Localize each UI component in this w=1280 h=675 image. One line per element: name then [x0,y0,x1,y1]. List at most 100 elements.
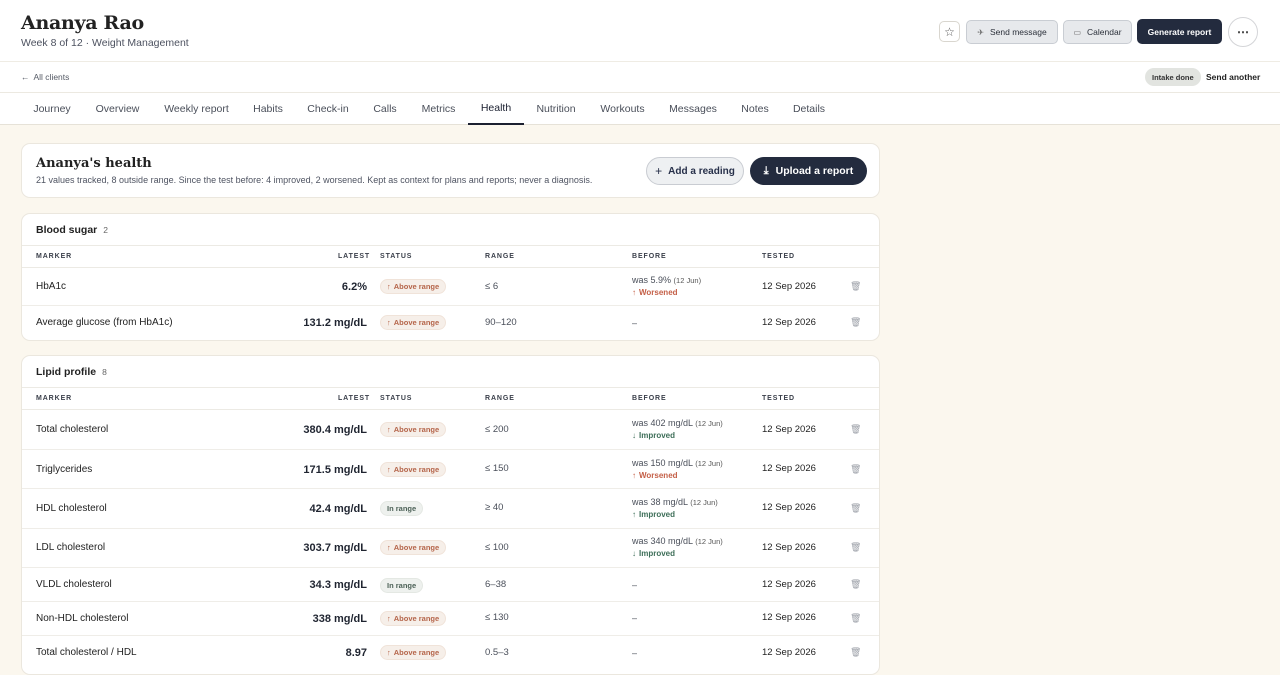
tab-workouts[interactable]: Workouts [588,93,657,125]
calendar-button[interactable]: ▭ Calendar [1063,20,1132,44]
latest-value: 171.5 mg/dL [303,464,367,476]
trash-icon[interactable]: 🗑 [850,424,861,435]
tested-date: 12 Sep 2026 [762,579,816,590]
plus-icon: + [655,164,663,178]
add-reading-button[interactable]: + Add a reading [646,157,744,185]
status-badge: ↑ Above range [380,540,447,555]
trash-icon[interactable]: 🗑 [850,281,861,292]
tab-health[interactable]: Health [468,93,524,125]
trash-icon[interactable]: 🗑 [850,613,861,624]
tab-habits[interactable]: Habits [241,93,295,125]
table-row: Average glucose (from HbA1c) 131.2 mg/dL… [22,306,879,341]
tested-date: 12 Sep 2026 [762,502,816,513]
latest-value: 6.2% [341,281,367,293]
send-message-button[interactable]: ✈ Send message [966,20,1058,44]
marker-name: HbA1c [36,281,67,292]
send-icon: ✈ [977,27,984,37]
table-row: Triglycerides 171.5 mg/dL ↑ Above range ≤… [22,450,879,489]
star-icon[interactable]: ☆ [939,21,960,42]
all-clients-label: All clients [33,72,70,82]
section-count: 8 [102,367,107,377]
range-value: ≤ 130 [485,612,509,623]
col-before: BEFORE [632,253,667,260]
before-value: – [632,613,638,623]
health-summary-card: Ananya's health 21 values tracked, 8 out… [21,143,880,198]
tab-nutrition[interactable]: Nutrition [524,93,588,125]
upload-report-button[interactable]: ⤓ Upload a report [750,157,867,185]
col-latest: LATEST [338,395,371,402]
latest-value: 8.97 [345,647,367,659]
trash-icon[interactable]: 🗑 [850,317,861,328]
range-value: 0.5–3 [485,647,509,658]
latest-value: 303.7 mg/dL [303,542,367,554]
latest-value: 338 mg/dL [312,613,367,625]
table-row: LDL cholesterol 303.7 mg/dL ↑ Above range… [22,529,879,568]
before-value: was 150 mg/dL (12 Jun) ↑ Worsened [632,458,723,480]
more-options-icon[interactable]: ⋯ [1228,17,1258,47]
trend-label: Improved [639,510,676,519]
col-range: RANGE [485,395,515,402]
status-badge: ↑ Above range [380,645,447,660]
tab-details[interactable]: Details [781,93,837,125]
client-tabs: Journey Overview Weekly report Habits Ch… [0,92,1280,125]
tab-weekly-report[interactable]: Weekly report [152,93,241,125]
status-badge: ↑ Above range [380,462,447,477]
arrow-up-icon: ↑ [387,425,391,434]
trash-icon[interactable]: 🗑 [850,464,861,475]
section-header: Blood sugar 2 [36,224,108,236]
latest-value: 380.4 mg/dL [303,424,367,436]
col-latest: LATEST [338,253,371,260]
send-message-label: Send message [990,27,1047,37]
trend-label: Improved [639,431,676,440]
tab-notes[interactable]: Notes [729,93,781,125]
section-title: Blood sugar [36,224,98,236]
status-badge: ↑ Above range [380,315,447,330]
trash-icon[interactable]: 🗑 [850,579,861,590]
col-tested: TESTED [762,395,796,402]
tab-check-in[interactable]: Check-in [295,93,361,125]
trash-icon[interactable]: 🗑 [850,542,861,553]
col-before: BEFORE [632,395,667,402]
all-clients-link[interactable]: ← All clients [21,72,69,82]
tab-calls[interactable]: Calls [361,93,409,125]
range-value: ≤ 200 [485,424,509,435]
client-header: Ananya Rao Week 8 of 12 · Weight Managem… [0,0,1280,61]
status-badge: In range [380,578,424,593]
table-row: VLDL cholesterol 34.3 mg/dL In range 6–3… [22,568,879,602]
upload-report-label: Upload a report [775,165,854,177]
generate-report-button[interactable]: Generate report [1137,19,1222,44]
table-row: HDL cholesterol 42.4 mg/dL In range ≥ 40… [22,489,879,529]
range-value: ≤ 100 [485,542,509,553]
arrow-up-icon: ↑ [387,543,391,552]
trash-icon[interactable]: 🗑 [850,503,861,514]
tab-journey[interactable]: Journey [21,93,83,125]
col-marker: MARKER [36,395,73,402]
range-value: ≥ 40 [485,502,504,513]
tested-date: 12 Sep 2026 [762,317,816,328]
status-badge: ↑ Above range [380,422,447,437]
tested-date: 12 Sep 2026 [762,424,816,435]
client-program: Week 8 of 12 · Weight Management [21,37,189,49]
trend-label: Worsened [639,288,678,297]
before-value: was 402 mg/dL (12 Jun) ↓ Improved [632,418,723,440]
marker-name: HDL cholesterol [36,503,107,514]
before-value: – [632,318,638,328]
arrow-up-icon: ↑ [387,648,391,657]
marker-name: Total cholesterol / HDL [36,647,137,658]
tab-messages[interactable]: Messages [657,93,729,125]
tab-overview[interactable]: Overview [83,93,152,125]
tab-metrics[interactable]: Metrics [409,93,468,125]
arrow-left-icon: ← [21,72,30,82]
arrow-up-icon: ↑ [632,471,636,480]
arrow-down-icon: ↓ [632,431,636,440]
tested-date: 12 Sep 2026 [762,281,816,292]
col-marker: MARKER [36,253,73,260]
client-name: Ananya Rao [21,12,144,34]
latest-value: 131.2 mg/dL [303,317,367,329]
table-row: Total cholesterol / HDL 8.97 ↑ Above rang… [22,636,879,670]
trash-icon[interactable]: 🗑 [850,647,861,658]
col-tested: TESTED [762,253,796,260]
add-reading-label: Add a reading [668,165,735,177]
arrow-up-icon: ↑ [632,510,636,519]
send-another-link[interactable]: Send another [1206,72,1260,82]
